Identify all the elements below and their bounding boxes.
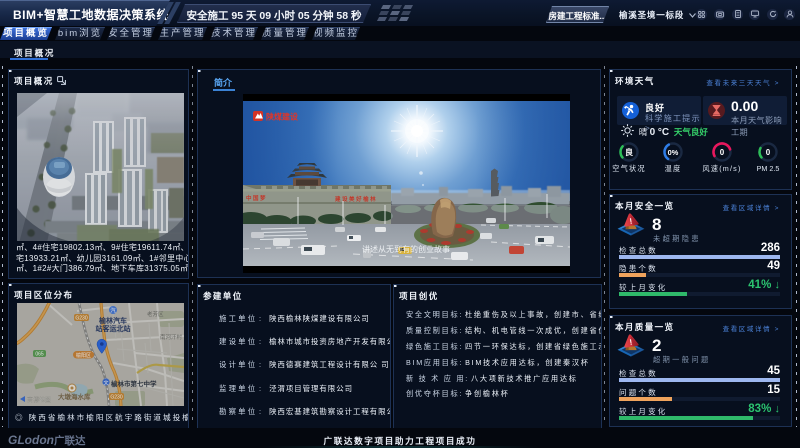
svg-text:中 国 梦: 中 国 梦 [246,194,266,202]
svg-text:讲述从无到有的创业故事: 讲述从无到有的创业故事 [362,244,450,254]
svg-text:0%: 0% [668,148,679,157]
svg-text:0: 0 [766,148,771,157]
svg-text:0: 0 [720,148,725,157]
svg-text:良: 良 [625,147,633,157]
svg-text:建 设 美 好 榆 林: 建 设 美 好 榆 林 [335,195,376,203]
svg-text:陕煤建设: 陕煤建设 [266,112,298,122]
